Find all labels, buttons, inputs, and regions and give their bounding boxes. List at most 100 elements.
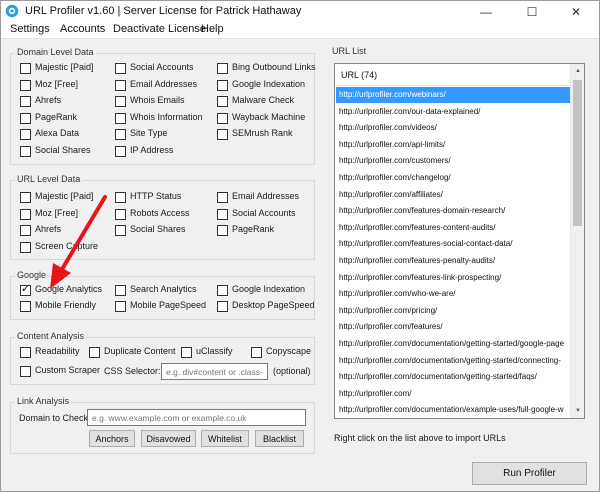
checkbox-box[interactable]: [115, 146, 126, 157]
checkbox-box[interactable]: [20, 347, 31, 358]
url-list-item[interactable]: http://urlprofiler.com/features-penalty-…: [336, 253, 570, 269]
scroll-up-arrow-icon[interactable]: ▲: [571, 64, 584, 78]
checkbox-box[interactable]: [20, 225, 31, 236]
url-list-item[interactable]: http://urlprofiler.com/documentation/get…: [336, 369, 570, 385]
checkbox-box[interactable]: [115, 129, 126, 140]
checkbox-box[interactable]: [115, 225, 126, 236]
checkbox-box[interactable]: [20, 146, 31, 157]
checkbox-box[interactable]: [20, 209, 31, 220]
checkbox-label: Robots Access: [130, 208, 190, 218]
url-list-item[interactable]: http://urlprofiler.com/documentation/exa…: [336, 402, 570, 418]
anchors-button[interactable]: Anchors: [89, 430, 135, 447]
close-button[interactable]: ✕: [553, 1, 599, 22]
checkbox-box[interactable]: [115, 301, 126, 312]
url-list-item[interactable]: http://urlprofiler.com/features-domain-r…: [336, 203, 570, 219]
checkbox-box[interactable]: [20, 113, 31, 124]
url-list-item[interactable]: http://urlprofiler.com/documentation/get…: [336, 353, 570, 369]
css-selector-label: CSS Selector:: [104, 366, 161, 376]
url-list-item[interactable]: http://urlprofiler.com/features-link-pro…: [336, 270, 570, 286]
checkbox-box[interactable]: [115, 209, 126, 220]
disavowed-button[interactable]: Disavowed: [141, 430, 196, 447]
checkbox-box[interactable]: [217, 63, 228, 74]
checkbox-box[interactable]: [217, 113, 228, 124]
checkbox-label: Mobile Friendly: [35, 300, 97, 310]
checkbox-box[interactable]: [20, 63, 31, 74]
checkbox-box[interactable]: [217, 209, 228, 220]
blacklist-button[interactable]: Blacklist: [255, 430, 304, 447]
whitelist-button[interactable]: Whitelist: [201, 430, 249, 447]
checkbox-box[interactable]: [217, 129, 228, 140]
checkmark-icon: ✓: [21, 283, 31, 295]
checkbox-box[interactable]: [20, 242, 31, 253]
checkbox-box[interactable]: [217, 225, 228, 236]
checkbox-label: SEMrush Rank: [232, 128, 293, 138]
url-list-item[interactable]: http://urlprofiler.com/customers/: [336, 153, 570, 169]
checkbox-box[interactable]: [217, 285, 228, 296]
url-list-item[interactable]: http://urlprofiler.com/features-content-…: [336, 220, 570, 236]
minimize-button[interactable]: —: [463, 1, 509, 22]
checkbox-label: Custom Scraper: [35, 365, 101, 375]
checkbox-box[interactable]: [115, 113, 126, 124]
checkbox-label: Social Accounts: [130, 62, 194, 72]
checkbox-box[interactable]: [181, 347, 192, 358]
checkbox-box[interactable]: [217, 301, 228, 312]
link-analysis-title: Link Analysis: [15, 396, 72, 406]
domain-to-check-input[interactable]: [87, 409, 306, 426]
checkbox-box[interactable]: [217, 96, 228, 107]
checkbox-box[interactable]: [20, 301, 31, 312]
url-list-item[interactable]: http://urlprofiler.com/features-social-c…: [336, 236, 570, 252]
checkbox-label: Ahrefs: [35, 95, 62, 105]
checkbox-box[interactable]: [20, 129, 31, 140]
checkbox-box[interactable]: [217, 80, 228, 91]
checkbox-box[interactable]: [217, 192, 228, 203]
checkbox-box[interactable]: [89, 347, 100, 358]
run-profiler-button[interactable]: Run Profiler: [472, 462, 587, 485]
checkbox-label: Alexa Data: [35, 128, 80, 138]
checkbox-label: Ahrefs: [35, 224, 62, 234]
url-listbox[interactable]: URL (74) http://urlprofiler.com/webinars…: [334, 63, 585, 419]
checkbox-label: Screen Capture: [35, 241, 99, 251]
checkbox-box[interactable]: [115, 96, 126, 107]
url-list-scrollbar[interactable]: ▲ ▼: [570, 64, 584, 418]
url-list-item[interactable]: http://urlprofiler.com/features/: [336, 319, 570, 335]
css-selector-optional-note: (optional): [273, 366, 311, 376]
checkbox-box[interactable]: [20, 96, 31, 107]
menu-settings[interactable]: Settings: [10, 23, 50, 35]
checkbox-label: Mobile PageSpeed: [130, 300, 207, 310]
checkbox-box[interactable]: [115, 80, 126, 91]
menu-deactivate-license[interactable]: Deactivate License: [113, 23, 206, 35]
url-list-item[interactable]: http://urlprofiler.com/changelog/: [336, 170, 570, 186]
url-level-title: URL Level Data: [15, 174, 83, 184]
content-analysis-title: Content Analysis: [15, 331, 87, 341]
url-list-item[interactable]: http://urlprofiler.com/affiliates/: [336, 187, 570, 203]
checkbox-box[interactable]: [251, 347, 262, 358]
window-title: URL Profiler v1.60 | Server License for …: [25, 5, 302, 17]
checkbox-box[interactable]: [20, 366, 31, 377]
url-list-item[interactable]: http://urlprofiler.com/our-data-explaine…: [336, 104, 570, 120]
url-list-item[interactable]: http://urlprofiler.com/pricing/: [336, 303, 570, 319]
scroll-down-arrow-icon[interactable]: ▼: [571, 404, 584, 418]
maximize-button[interactable]: ☐: [509, 1, 555, 22]
checkbox-box[interactable]: [115, 192, 126, 203]
checkbox-box[interactable]: [20, 80, 31, 91]
url-count-label: URL (74): [341, 70, 378, 80]
url-list-item[interactable]: http://urlprofiler.com/who-we-are/: [336, 286, 570, 302]
url-list-item[interactable]: http://urlprofiler.com/videos/: [336, 120, 570, 136]
menu-help[interactable]: Help: [201, 23, 224, 35]
checkbox-box[interactable]: [20, 192, 31, 203]
checkbox-box[interactable]: [115, 63, 126, 74]
url-list-header[interactable]: URL (74): [335, 64, 572, 86]
checkbox-label: Social Shares: [35, 145, 91, 155]
url-list-item[interactable]: http://urlprofiler.com/documentation/get…: [336, 336, 570, 352]
checkbox-box[interactable]: [115, 285, 126, 296]
css-selector-input[interactable]: [161, 363, 268, 380]
checkbox-label: Google Indexation: [232, 79, 306, 89]
checkbox-box[interactable]: ✓: [20, 283, 31, 296]
app-window: URL Profiler v1.60 | Server License for …: [0, 0, 600, 492]
url-list-item[interactable]: http://urlprofiler.com/webinars/: [336, 87, 570, 103]
scrollbar-thumb[interactable]: [573, 80, 582, 226]
url-list-item[interactable]: http://urlprofiler.com/api-limits/: [336, 137, 570, 153]
menu-accounts[interactable]: Accounts: [60, 23, 105, 35]
checkbox-label: Moz [Free]: [35, 208, 79, 218]
url-list-item[interactable]: http://urlprofiler.com/: [336, 386, 570, 402]
